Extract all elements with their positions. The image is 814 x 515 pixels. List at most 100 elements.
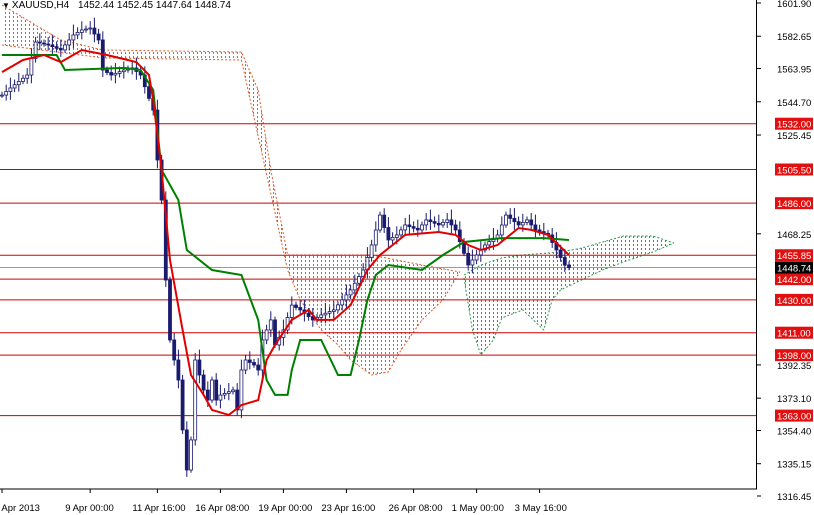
level-price-label: 1411.00 [777, 329, 811, 340]
candle-body [247, 359, 252, 363]
candle-body [562, 257, 567, 266]
candle-body [420, 224, 424, 231]
candle-body [37, 41, 42, 44]
candle-body [558, 249, 563, 258]
collapse-triangle-icon[interactable]: ▼ [2, 1, 10, 10]
candle-body [105, 69, 109, 73]
candle-body [352, 282, 357, 291]
candle-body [79, 29, 84, 33]
low-value: 1447.64 [155, 0, 192, 11]
price-axis: 1601.90 1582.65 1563.95 1544.70 1525.45 1468.… [757, 0, 813, 503]
candle-body [520, 222, 525, 226]
candle-body [214, 379, 219, 401]
candle-body [117, 71, 122, 74]
candle-body [84, 28, 88, 31]
candle-body [0, 94, 4, 97]
candle-body [567, 264, 571, 268]
candle-body [487, 241, 492, 246]
y-tick-label: 1525.45 [777, 131, 811, 142]
level-price-label: 1505.50 [777, 165, 811, 176]
candle-body [231, 389, 235, 393]
candle-body [8, 87, 13, 92]
candle-body [172, 339, 177, 361]
y-tick-label: 1544.70 [777, 98, 811, 109]
candle-body [441, 222, 445, 226]
candle-body [399, 229, 403, 236]
candle-body [390, 237, 395, 241]
bearish-cloud [2, 5, 460, 375]
candle-body [403, 224, 408, 231]
symbol-label: XAUUSD,H4 [11, 0, 70, 11]
candle-body [407, 224, 412, 228]
level-price-label: 1398.00 [777, 351, 811, 362]
candle-body [189, 439, 193, 471]
candle-body [424, 219, 429, 226]
candle-body [428, 219, 433, 222]
candle-body [357, 276, 361, 284]
candle-body [453, 224, 458, 231]
time-axis: 4 Apr 2013 9 Apr 00:00 11 Apr 16:00 16 Apr … [0, 489, 567, 514]
x-tick-label: 19 Apr 00:00 [258, 503, 312, 514]
candle-body [121, 69, 126, 73]
candle-body [210, 379, 214, 401]
candle-body [96, 33, 101, 41]
candle-body [71, 34, 76, 41]
x-tick-label: 11 Apr 16:00 [132, 503, 185, 514]
high-value: 1452.45 [116, 0, 154, 11]
candle-body [180, 379, 185, 431]
y-tick-label: 1354.40 [777, 426, 811, 437]
candle-body [67, 39, 72, 46]
open-value: 1452.44 [77, 0, 115, 11]
candle-body [382, 214, 387, 228]
candle-body [474, 254, 479, 261]
candle-body [4, 91, 9, 96]
candle-body [75, 32, 80, 36]
x-tick-label: 26 Apr 08:00 [389, 503, 443, 514]
candle-body [298, 307, 303, 311]
current-price-label: 1448.74 [777, 264, 811, 275]
y-tick-label: 1316.45 [777, 492, 811, 503]
candle-body [411, 226, 416, 229]
y-tick-label: 1563.95 [777, 65, 811, 76]
tenkan-sen-line [1, 48, 570, 417]
candle-body [386, 227, 391, 241]
candle-body [344, 294, 349, 301]
x-tick-label: 23 Apr 16:00 [321, 503, 375, 514]
candle-body [42, 42, 46, 45]
ichimoku-lines [1, 48, 570, 417]
candle-body [508, 214, 513, 219]
candle-body [63, 44, 67, 51]
candle-body [533, 224, 538, 231]
candle-body [306, 312, 311, 317]
candle-body [512, 217, 517, 223]
candle-body [499, 224, 504, 236]
candle-body [449, 219, 454, 226]
candle-body [378, 214, 382, 231]
candle-body [268, 319, 273, 331]
candle-body [348, 289, 353, 296]
candle-body [109, 72, 114, 76]
candle-body [113, 72, 118, 76]
x-tick-label: 3 May 16:00 [515, 503, 567, 514]
candle-body [21, 77, 25, 82]
level-price-label: 1532.00 [777, 120, 811, 131]
candle-body [46, 43, 51, 46]
candle-body [445, 219, 450, 223]
candle-body [369, 244, 374, 258]
candle-body [466, 252, 471, 266]
price-chart[interactable]: 1601.90 1582.65 1563.95 1544.70 1525.45 1468.… [0, 0, 814, 515]
level-price-label: 1363.00 [777, 412, 811, 423]
candle-body [336, 304, 340, 311]
candle-body [88, 27, 93, 30]
candle-body [176, 359, 181, 381]
candle-body [264, 329, 269, 341]
candle-body [436, 222, 441, 226]
candle-body [147, 86, 151, 99]
x-tick-label: 1 May 00:00 [452, 503, 504, 514]
candle-body [525, 219, 529, 223]
level-price-label: 1486.00 [777, 199, 811, 210]
candle-body [394, 234, 399, 238]
candle-body [92, 27, 97, 35]
candle-body [373, 229, 378, 246]
chart-header: ▼ XAUUSD,H4 1452.44 1452.45 1447.64 1448.… [2, 0, 231, 11]
